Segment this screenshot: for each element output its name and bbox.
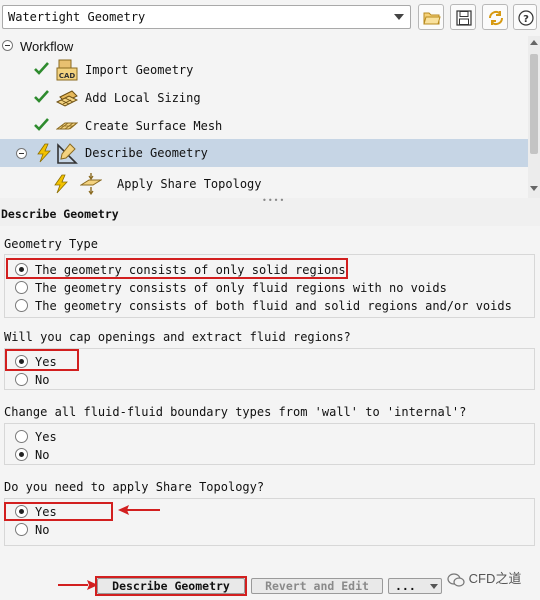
refresh-button[interactable] xyxy=(482,4,508,30)
radio-button[interactable] xyxy=(15,373,28,386)
more-options-button[interactable]: ... xyxy=(388,578,442,594)
option-label: No xyxy=(35,523,50,537)
scroll-up-icon[interactable] xyxy=(530,40,538,45)
radio-button[interactable] xyxy=(15,448,28,461)
panel-title: Describe Geometry xyxy=(1,207,119,221)
option-label: No xyxy=(35,373,50,387)
help-icon: ? xyxy=(518,10,534,26)
radio-button[interactable] xyxy=(15,523,28,536)
highlight-box xyxy=(6,258,348,279)
tree-item-import-geometry[interactable]: CAD Import Geometry xyxy=(0,56,528,84)
watermark-text: CFD之道 xyxy=(468,571,522,586)
option-label: The geometry consists of both fluid and … xyxy=(35,299,512,313)
workflow-select[interactable]: Watertight Geometry xyxy=(2,5,411,29)
more-options-label: ... xyxy=(395,579,416,593)
panel-splitter-handle[interactable]: •••• xyxy=(262,196,285,205)
svg-text:?: ? xyxy=(523,14,529,25)
tree-item-label: Apply Share Topology xyxy=(117,177,262,191)
workflow-toolbar: Watertight Geometry ? xyxy=(0,0,540,36)
radio-button[interactable] xyxy=(15,430,28,443)
cad-import-icon: CAD xyxy=(56,59,78,81)
share-topology-icon xyxy=(80,173,102,195)
scroll-down-icon[interactable] xyxy=(530,186,538,191)
tree-item-label: Import Geometry xyxy=(85,63,194,77)
save-button[interactable] xyxy=(450,4,476,30)
tree-scrollbar[interactable] xyxy=(528,36,540,198)
tree-item-add-local-sizing[interactable]: Add Local Sizing xyxy=(0,84,528,112)
annotation-arrow xyxy=(58,580,98,590)
lightning-bolt-icon xyxy=(37,143,51,163)
workflow-root-label: Workflow xyxy=(20,39,74,54)
wechat-logo-icon xyxy=(447,572,465,587)
cap-openings-group: Yes No xyxy=(4,348,535,390)
local-sizing-icon xyxy=(56,90,78,107)
open-folder-icon xyxy=(423,12,441,25)
describe-geometry-form: Geometry Type The geometry consists of o… xyxy=(0,226,540,570)
chevron-down-icon xyxy=(430,584,438,589)
boundary-types-label: Change all fluid-fluid boundary types fr… xyxy=(4,405,467,419)
tree-item-describe-geometry[interactable]: Describe Geometry xyxy=(0,139,528,167)
refresh-icon xyxy=(488,10,504,26)
help-button[interactable]: ? xyxy=(513,4,537,30)
open-folder-button[interactable] xyxy=(418,4,444,30)
option-label: No xyxy=(35,448,50,462)
tree-item-create-surface-mesh[interactable]: Create Surface Mesh xyxy=(0,112,528,140)
svg-text:CAD: CAD xyxy=(59,72,76,80)
highlight-box xyxy=(95,576,247,596)
option-label: The geometry consists of only fluid regi… xyxy=(35,281,447,295)
tree-item-label: Create Surface Mesh xyxy=(85,119,223,133)
workflow-select-value: Watertight Geometry xyxy=(8,10,146,24)
tree-item-label: Add Local Sizing xyxy=(85,91,201,105)
workflow-tree: Workflow CAD Import Geometry Add Local S… xyxy=(0,36,528,198)
scroll-thumb[interactable] xyxy=(530,54,538,154)
save-icon xyxy=(456,10,472,26)
collapse-icon[interactable] xyxy=(2,40,13,51)
watermark: CFD之道 xyxy=(447,568,521,588)
revert-and-edit-button[interactable]: Revert and Edit xyxy=(251,578,383,594)
tree-item-apply-share-topology[interactable]: Apply Share Topology xyxy=(0,170,528,198)
surface-mesh-icon xyxy=(56,122,78,130)
tree-item-label: Describe Geometry xyxy=(85,146,208,160)
collapse-icon[interactable] xyxy=(16,148,27,159)
radio-button[interactable] xyxy=(15,281,28,294)
radio-button[interactable] xyxy=(15,299,28,312)
option-label: Yes xyxy=(35,430,57,444)
lightning-bolt-icon xyxy=(54,174,68,194)
check-icon xyxy=(34,90,49,103)
chevron-down-icon[interactable] xyxy=(394,14,404,20)
boundary-types-group: Yes No xyxy=(4,423,535,465)
cap-openings-label: Will you cap openings and extract fluid … xyxy=(4,330,351,344)
geometry-type-label: Geometry Type xyxy=(4,237,98,251)
highlight-box xyxy=(4,502,113,521)
describe-geometry-icon xyxy=(57,143,78,164)
share-topology-label: Do you need to apply Share Topology? xyxy=(4,480,265,494)
highlight-box xyxy=(5,349,79,371)
check-icon xyxy=(34,62,49,75)
check-icon xyxy=(34,118,49,131)
annotation-arrow xyxy=(118,505,160,515)
